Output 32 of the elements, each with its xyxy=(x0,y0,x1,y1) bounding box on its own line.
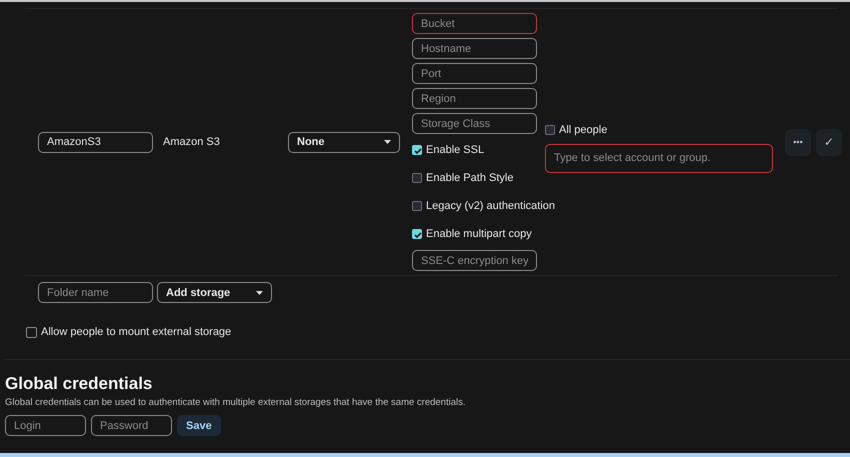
save-button[interactable]: Save xyxy=(177,415,221,436)
section-description: Global credentials can be used to authenticate with multiple external storages that have the same credentials. xyxy=(5,397,466,408)
checkbox-label: Allow people to mount external storage xyxy=(41,326,232,338)
checkbox-label: Enable SSL xyxy=(426,144,484,156)
checkbox[interactable] xyxy=(412,229,422,239)
config-field[interactable]: Port xyxy=(412,63,537,84)
checkbox-label: All people xyxy=(559,124,608,136)
more-button[interactable]: ••• xyxy=(785,128,811,156)
config-field[interactable]: Storage Class xyxy=(412,113,537,134)
login-field[interactable]: Login xyxy=(5,415,86,436)
backend-label: Amazon S3 xyxy=(163,136,221,148)
applicable-field[interactable]: Type to select account or group. xyxy=(545,144,773,172)
folder-name-field[interactable]: Folder name xyxy=(38,282,153,303)
checkbox-label: Enable Path Style xyxy=(426,172,514,184)
password-field[interactable]: Password xyxy=(91,415,172,436)
add-storage-select[interactable]: Add storage xyxy=(157,282,272,303)
config-field[interactable]: Bucket xyxy=(412,13,537,34)
confirm-button[interactable]: ✓ xyxy=(816,128,842,156)
checkbox[interactable] xyxy=(412,201,422,211)
section-title: Global credentials xyxy=(5,374,154,394)
checkbox[interactable] xyxy=(545,124,555,134)
caret-icon xyxy=(256,290,263,294)
checkbox[interactable] xyxy=(26,326,37,338)
checkbox[interactable] xyxy=(412,145,422,155)
config-field[interactable]: Hostname xyxy=(412,38,537,59)
config-field[interactable]: Region xyxy=(412,88,537,109)
folder-name-field[interactable]: AmazonS3 xyxy=(38,132,153,152)
authentication-select[interactable]: None xyxy=(288,132,400,152)
checkbox-label: Legacy (v2) authentication xyxy=(426,200,556,212)
caret-icon xyxy=(384,140,391,144)
checkbox-label: Enable multipart copy xyxy=(426,228,532,240)
checkbox[interactable] xyxy=(412,173,422,183)
